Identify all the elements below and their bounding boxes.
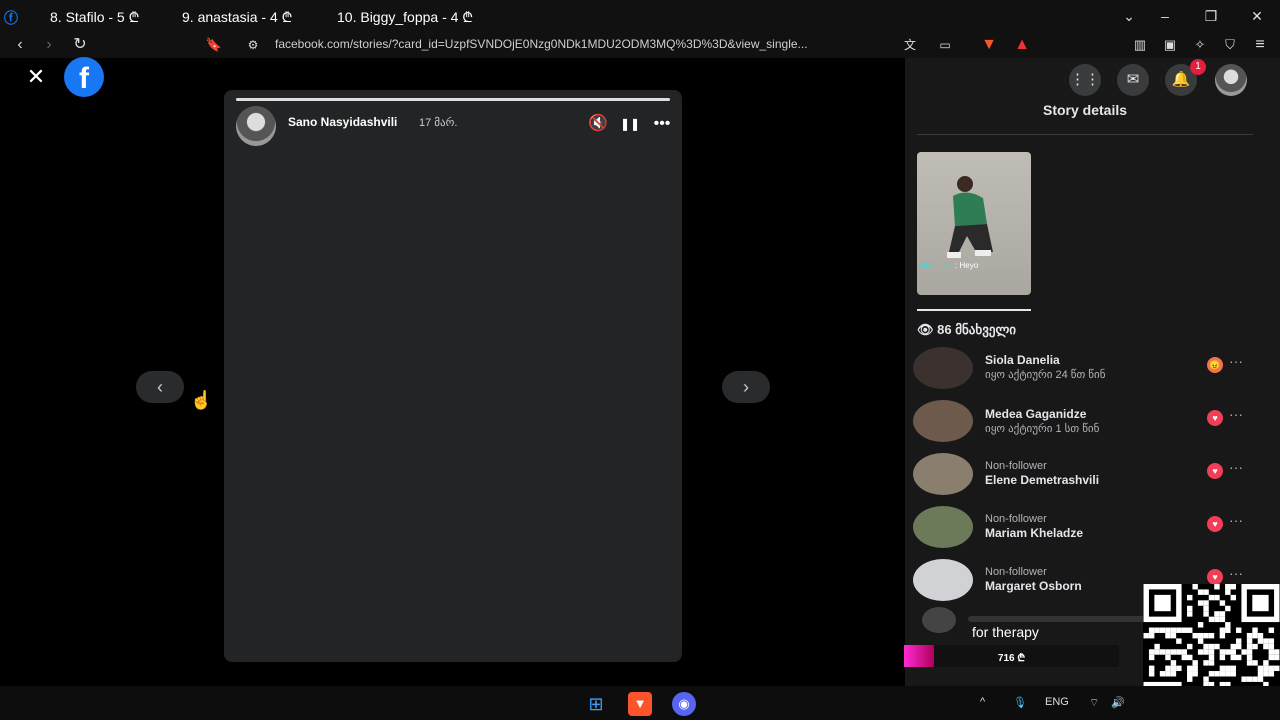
profile-avatar[interactable] [1215, 64, 1247, 96]
more-options-icon[interactable]: ··· [1229, 565, 1243, 581]
microphone-icon[interactable]: 🎙 [1013, 696, 1027, 709]
viewer-row[interactable]: Non-follower Mariam Kheladze ♥ ··· [913, 506, 1253, 556]
more-options-icon[interactable]: ··· [1229, 353, 1243, 369]
bookmark-icon[interactable]: 🔖 [203, 34, 225, 56]
browser-address-bar: ‹ › ↻ 🔖 ⚙ facebook.com/stories/?card_id=… [0, 32, 1280, 58]
heart-reaction-icon: ♥ [1207, 463, 1223, 479]
viewer-name[interactable]: Margaret Osborn [985, 579, 1082, 593]
thumbnail-caption: total_julia : Heyo [919, 261, 978, 270]
next-story-button[interactable]: › [722, 371, 770, 403]
leo-icon[interactable]: ✧ [1189, 34, 1211, 56]
restore-icon[interactable]: ❐ [1201, 6, 1221, 26]
discord-icon[interactable]: ◉ [672, 692, 696, 716]
donation-goal-message: for therapy [972, 624, 1039, 640]
story-timestamp: 17 მარ. [419, 117, 458, 129]
minimize-icon[interactable]: – [1155, 6, 1175, 26]
messenger-icon[interactable]: ✉ [1117, 64, 1149, 96]
translate-icon[interactable]: 文 [899, 34, 921, 56]
viewer-count: 👁 86 მნახველი [917, 322, 1016, 338]
viewer-name[interactable]: Mariam Kheladze [985, 526, 1083, 540]
viewer-label: Non-follower [985, 566, 1047, 578]
overlay-avatar-placeholder [922, 607, 956, 633]
brave-browser-icon[interactable]: ▼ [628, 692, 652, 716]
viewer-activity: იყო აქტიური 24 წთ წინ [985, 369, 1106, 381]
browser-tab-3[interactable]: 10. Biggy_foppa - 4 ₾ [337, 8, 473, 27]
more-options-icon[interactable]: ··· [1229, 406, 1243, 422]
selected-thumbnail-indicator [917, 309, 1031, 311]
panel-title: Story details [1042, 102, 1128, 118]
mute-icon[interactable]: 🔇 [586, 112, 610, 136]
story-author-name[interactable]: Sano Nasyidashvili [288, 115, 397, 129]
wallet-icon[interactable]: ▣ [1159, 34, 1181, 56]
window-close-icon[interactable]: ✕ [1247, 6, 1267, 26]
donation-amount: 716 ₾ [997, 653, 1026, 664]
viewer-activity: იყო აქტიური 1 სთ წინ [985, 423, 1100, 435]
chevron-left-icon: ‹ [157, 377, 163, 397]
pause-icon[interactable]: ❚❚ [618, 112, 642, 136]
viewer-name[interactable]: Medea Gaganidze [985, 407, 1086, 421]
viewer-count-label: 86 მნახველი [937, 322, 1017, 337]
chevron-right-icon: › [743, 377, 749, 397]
back-icon[interactable]: ‹ [9, 34, 31, 56]
wifi-icon[interactable]: ⌔ [1089, 696, 1099, 710]
browser-tab-2[interactable]: 9. anastasia - 4 ₾ [182, 8, 292, 27]
viewer-label: Non-follower [985, 513, 1047, 525]
viewer-avatar[interactable] [913, 506, 973, 548]
hand-cursor-icon: ☝ [190, 390, 213, 410]
viewer-row[interactable]: Non-follower Elene Demetrashvili ♥ ··· [913, 453, 1253, 503]
story-thumbnail[interactable]: total_julia : Heyo [917, 152, 1031, 295]
menu-icon[interactable]: ≡ [1249, 34, 1271, 56]
viewer-label: Non-follower [985, 460, 1047, 472]
story-progress-bar [236, 98, 670, 101]
notification-badge: 1 [1190, 59, 1206, 75]
close-icon[interactable]: ✕ [20, 61, 52, 93]
reload-icon[interactable]: ↻ [69, 34, 91, 56]
tab-list-chevron-icon[interactable]: ⌄ [1119, 6, 1139, 26]
viewer-name[interactable]: Elene Demetrashvili [985, 473, 1099, 487]
sidebar-icon[interactable]: ▥ [1129, 34, 1151, 56]
site-settings-icon[interactable]: ⚙ [242, 34, 264, 56]
caption-text: : Heyo [955, 261, 979, 270]
volume-icon[interactable]: 🔊 [1111, 696, 1125, 709]
author-avatar[interactable] [236, 106, 276, 146]
forward-icon[interactable]: › [38, 34, 60, 56]
tray-chevron-icon[interactable]: ^ [980, 696, 985, 708]
default-avatar-icon[interactable] [913, 559, 973, 601]
brave-shield-icon[interactable]: ▼ [978, 34, 1000, 56]
cast-icon[interactable]: ▭ [934, 34, 956, 56]
taskbar: ⊞ ▼ ◉ ^ 🎙 ENG ⌔ 🔊 [0, 686, 1280, 720]
vpn-icon[interactable]: ⛉ [1219, 34, 1241, 56]
viewer-name[interactable]: Siola Danelia [985, 353, 1060, 367]
facebook-favicon-icon: ⓕ [4, 10, 18, 26]
previous-story-button[interactable]: ‹ [136, 371, 184, 403]
angry-reaction-icon: 😠 [1207, 357, 1223, 373]
overlay-bar [968, 616, 1148, 622]
language-indicator[interactable]: ENG [1045, 696, 1069, 708]
eye-icon: 👁 [917, 322, 934, 337]
browser-tab-strip: ⓕ 8. Stafilo - 5 ₾ 9. anastasia - 4 ₾ 10… [0, 0, 1280, 32]
url-field[interactable]: facebook.com/stories/?card_id=UzpfSVNDOj… [275, 37, 808, 51]
story-card[interactable]: Sano Nasyidashvili 17 მარ. 🔇 ❚❚ ••• [224, 90, 682, 662]
story-progress-fill [236, 98, 670, 101]
viewer-row[interactable]: Siola Danelia იყო აქტიური 24 წთ წინ 😠 ··… [913, 347, 1253, 397]
more-options-icon[interactable]: ··· [1229, 459, 1243, 475]
more-options-icon[interactable]: ··· [1229, 512, 1243, 528]
caption-username: total_julia [919, 261, 953, 270]
windows-start-icon[interactable]: ⊞ [584, 692, 608, 716]
facebook-logo-icon[interactable]: f [64, 57, 104, 97]
viewer-avatar[interactable] [913, 400, 973, 442]
heart-reaction-icon: ♥ [1207, 516, 1223, 532]
more-options-icon[interactable]: ••• [650, 112, 674, 136]
divider [917, 134, 1253, 135]
viewer-avatar[interactable] [913, 347, 973, 389]
viewer-row[interactable]: Medea Gaganidze იყო აქტიური 1 სთ წინ ♥ ·… [913, 400, 1253, 450]
heart-reaction-icon: ♥ [1207, 410, 1223, 426]
brave-rewards-icon[interactable]: ▲ [1011, 34, 1033, 56]
apps-menu-icon[interactable]: ⋮⋮ [1069, 64, 1101, 96]
person-photo [947, 176, 993, 258]
viewer-avatar[interactable] [913, 453, 973, 495]
browser-tab-1[interactable]: 8. Stafilo - 5 ₾ [50, 8, 139, 27]
heart-reaction-icon: ♥ [1207, 569, 1223, 585]
